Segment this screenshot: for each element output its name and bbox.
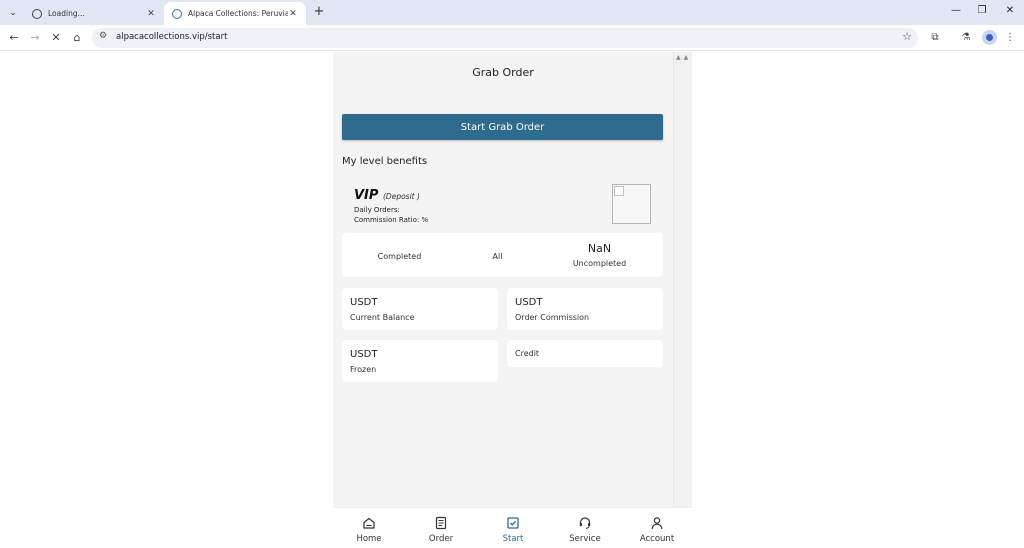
url-text[interactable]: alpacacollections.vip/start: [116, 32, 227, 42]
daily-orders-label: Daily Orders:: [354, 206, 400, 214]
credit-card: Credit: [507, 340, 663, 367]
nav-label: Home: [356, 534, 382, 544]
close-window-button[interactable]: ✕: [1001, 5, 1019, 16]
tab-title: Alpaca Collections: Peruvian Al: [188, 9, 288, 18]
scroll-arrows-icon[interactable]: ▲▲: [676, 54, 691, 61]
stat-uncompleted: NaN Uncompleted: [546, 233, 653, 277]
tab-loading[interactable]: Loading... ✕: [24, 2, 164, 25]
nav-account[interactable]: Account: [621, 508, 693, 548]
globe-icon: [32, 8, 42, 19]
tab-search-button[interactable]: ⌄: [4, 4, 22, 22]
stop-loading-button[interactable]: ✕: [48, 30, 64, 46]
nav-label: Account: [639, 534, 675, 544]
scrollbar[interactable]: ▲▲: [673, 52, 692, 507]
profile-avatar[interactable]: [982, 30, 997, 45]
app-container: Grab Order Start Grab Order My level ben…: [333, 52, 673, 547]
site-favicon-icon: [172, 8, 182, 19]
currency-label: USDT: [515, 297, 543, 308]
labs-flask-icon[interactable]: ⚗: [958, 30, 974, 46]
vip-level-block: VIP (Deposit ) Daily Orders: Commission …: [342, 180, 663, 230]
stat-completed: Completed: [346, 233, 453, 277]
start-icon: [507, 517, 519, 529]
nav-home[interactable]: Home: [333, 508, 405, 548]
menu-kebab-icon[interactable]: ⋮: [1002, 30, 1018, 46]
tab-close-icon[interactable]: ✕: [146, 9, 156, 19]
card-caption: Order Commission: [515, 313, 590, 322]
order-icon: [435, 516, 447, 530]
home-icon: [363, 517, 375, 529]
stat-value: NaN: [587, 242, 612, 255]
card-caption: Frozen: [350, 365, 377, 374]
bookmark-star-icon[interactable]: ☆: [902, 30, 912, 43]
stat-label: All: [492, 252, 503, 261]
tab-alpaca[interactable]: Alpaca Collections: Peruvian Al ✕: [164, 2, 306, 25]
card-caption: Credit: [515, 349, 540, 358]
current-balance-card: USDT Current Balance: [342, 288, 498, 330]
back-button[interactable]: ←: [6, 30, 22, 46]
vip-level-image: [612, 184, 651, 224]
nav-label: Service: [569, 534, 601, 544]
order-stats-card: Completed All NaN Uncompleted: [342, 233, 663, 277]
card-caption: Current Balance: [350, 313, 415, 322]
new-tab-button[interactable]: +: [311, 4, 327, 20]
currency-label: USDT: [350, 349, 378, 360]
vip-name: VIP: [354, 188, 379, 203]
page-title: Grab Order: [472, 66, 534, 79]
tab-title: Loading...: [48, 9, 85, 18]
stat-label: Uncompleted: [572, 259, 627, 268]
currency-label: USDT: [350, 297, 378, 308]
restore-button[interactable]: ❐: [973, 5, 991, 16]
page-viewport: Grab Order Start Grab Order My level ben…: [0, 52, 1024, 547]
extensions-icon[interactable]: ⧉: [927, 30, 943, 46]
tab-bar: ⌄ Loading... ✕ Alpaca Collections: Peruv…: [0, 0, 1024, 25]
forward-button[interactable]: →: [27, 30, 43, 46]
nav-start[interactable]: Start: [477, 508, 549, 548]
commission-ratio-label: Commission Ratio: %: [354, 216, 429, 224]
nav-order[interactable]: Order: [405, 508, 477, 548]
browser-toolbar: ← → ✕ ⌂ ⚙ alpacacollections.vip/start ☆ …: [0, 25, 1024, 51]
bottom-navigation: Home Order Start Service Account: [333, 507, 692, 547]
headset-icon: [579, 517, 591, 529]
nav-label: Order: [428, 534, 454, 544]
address-bar[interactable]: ⚙ alpacacollections.vip/start ☆: [92, 28, 918, 48]
stat-all: All: [444, 233, 551, 277]
home-button[interactable]: ⌂: [69, 30, 85, 46]
order-commission-card: USDT Order Commission: [507, 288, 663, 330]
nav-label: Start: [502, 534, 524, 544]
stat-label: Completed: [377, 252, 422, 261]
vip-deposit: (Deposit ): [383, 192, 420, 201]
site-settings-icon[interactable]: ⚙: [99, 31, 107, 41]
frozen-card: USDT Frozen: [342, 340, 498, 382]
start-grab-order-button[interactable]: Start Grab Order: [342, 114, 663, 140]
nav-service[interactable]: Service: [549, 508, 621, 548]
minimize-button[interactable]: —: [947, 5, 965, 16]
level-benefits-heading: My level benefits: [342, 156, 428, 167]
user-icon: [651, 517, 663, 530]
tab-close-icon[interactable]: ✕: [288, 9, 298, 19]
